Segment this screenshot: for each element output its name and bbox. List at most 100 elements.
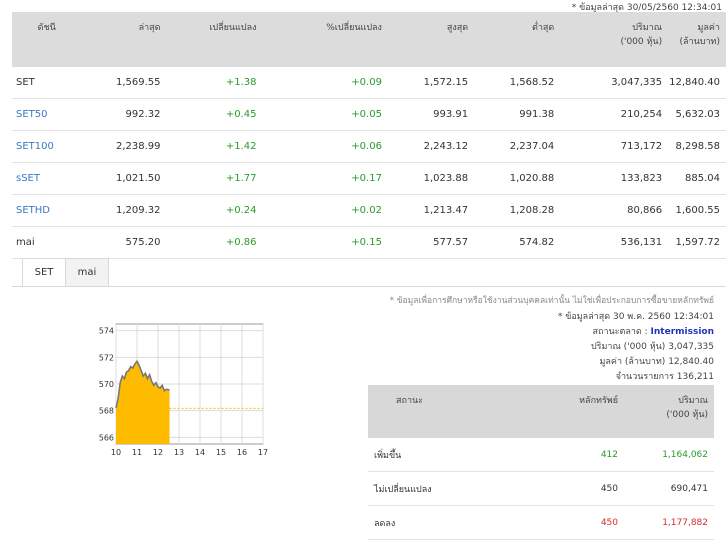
- row-low: 991.38: [474, 98, 561, 131]
- stats-volume: 1,177,882: [624, 505, 714, 540]
- row-low: 1,208.28: [474, 194, 561, 227]
- row-change: +1.77: [166, 162, 263, 195]
- row-change: +0.24: [166, 194, 263, 227]
- status-label: สถานะตลาด :: [592, 327, 648, 337]
- index-row: mai 575.20 +0.86 +0.15 577.57 574.82 536,131 1,…: [12, 226, 726, 259]
- chart-x-tick: 12: [153, 448, 163, 457]
- stats-status: ไม่เปลี่ยนแปลง: [368, 471, 517, 506]
- row-pct-change: +0.02: [262, 194, 388, 227]
- row-volume: 713,172: [560, 130, 669, 163]
- index-row: SET100 2,238.99 +1.42 +0.06 2,243.12 2,237.04…: [12, 130, 726, 163]
- index-row: sSET 1,021.50 +1.77 +0.17 1,023.88 1,020.88 13…: [12, 162, 726, 195]
- volume-label: ปริมาณ ('000 หุ้น): [590, 342, 666, 352]
- trades-label: จำนวนรายการ: [615, 372, 674, 382]
- tab-mai[interactable]: mai: [66, 258, 109, 287]
- col-volume: ปริมาณ ('000 หุ้น): [560, 12, 669, 67]
- col-change: เปลี่ยนแปลง: [166, 12, 263, 67]
- stats-count: 450: [517, 505, 624, 540]
- info-status: สถานะตลาด : Intermission: [593, 324, 714, 338]
- index-row: SET 1,569.55 +1.38 +0.09 1,572.15 1,568.52 3,0…: [12, 67, 726, 99]
- disclaimer-note: * ข้อมูลเพื่อการศึกษาหรือใช้งานส่วนบุคคล…: [389, 296, 714, 306]
- market-stats-table: สถานะ หลักทรัพย์ ปริมาณ ('000 หุ้น) เพิ่…: [368, 385, 714, 540]
- info-trades: จำนวนรายการ 136,211: [616, 369, 714, 383]
- info-volume: ปริมาณ ('000 หุ้น) 3,047,335: [591, 339, 714, 353]
- row-name: mai: [12, 226, 81, 259]
- index-row: SETHD 1,209.32 +0.24 +0.02 1,213.47 1,208.28 8…: [12, 194, 726, 227]
- chart-x-tick: 11: [132, 448, 142, 457]
- col-index: ดัชนี: [12, 12, 81, 67]
- row-high: 2,243.12: [387, 130, 475, 163]
- value-label: มูลค่า (ล้านบาท): [599, 357, 666, 367]
- tab-divider: [12, 286, 726, 287]
- row-pct-change: +0.17: [262, 162, 388, 195]
- row-high: 577.57: [387, 226, 475, 259]
- row-last: 992.32: [80, 98, 167, 131]
- row-change: +1.42: [166, 130, 263, 163]
- index-row: SET50 992.32 +0.45 +0.05 993.91 991.38 210,254…: [12, 98, 726, 131]
- stats-col-count: หลักทรัพย์: [517, 385, 624, 438]
- row-change: +0.45: [166, 98, 263, 131]
- value-value: 12,840.40: [668, 357, 714, 367]
- stats-status: ลดลง: [368, 505, 517, 540]
- row-high: 993.91: [387, 98, 475, 131]
- row-last: 2,238.99: [80, 130, 167, 163]
- col-pct-change: %เปลี่ยนแปลง: [262, 12, 388, 67]
- index-table-header: ดัชนี ล่าสุด เปลี่ยนแปลง %เปลี่ยนแปลง สู…: [12, 12, 726, 67]
- info-date: * ข้อมูลล่าสุด 30 พ.ค. 2560 12:34:01: [557, 312, 714, 322]
- row-pct-change: +0.06: [262, 130, 388, 163]
- chart-y-tick: 1568: [98, 407, 114, 416]
- row-last: 575.20: [80, 226, 167, 259]
- row-value: 1,597.72: [668, 226, 726, 259]
- row-last: 1,209.32: [80, 194, 167, 227]
- chart-x-tick: 13: [174, 448, 184, 457]
- chart-x-tick: 16: [237, 448, 247, 457]
- chart-y-tick: 1572: [98, 353, 114, 362]
- row-pct-change: +0.05: [262, 98, 388, 131]
- stats-col-volume: ปริมาณ ('000 หุ้น): [624, 385, 714, 438]
- row-name[interactable]: SET50: [12, 98, 81, 131]
- stats-header: สถานะ หลักทรัพย์ ปริมาณ ('000 หุ้น): [368, 385, 714, 438]
- info-value: มูลค่า (ล้านบาท) 12,840.40: [599, 354, 714, 368]
- row-volume: 536,131: [560, 226, 669, 259]
- row-name[interactable]: sSET: [12, 162, 81, 195]
- chart-y-tick: 1566: [98, 433, 114, 442]
- market-tabs: SET mai: [22, 258, 109, 287]
- stats-row: ไม่เปลี่ยนแปลง 450 690,471: [368, 471, 714, 506]
- row-value: 885.04: [668, 162, 726, 195]
- tab-set[interactable]: SET: [22, 258, 66, 287]
- col-last: ล่าสุด: [80, 12, 167, 67]
- col-low: ต่ำสุด: [474, 12, 561, 67]
- row-last: 1,569.55: [80, 67, 167, 99]
- row-change: +0.86: [166, 226, 263, 259]
- row-volume: 3,047,335: [560, 67, 669, 99]
- chart-x-tick: 15: [216, 448, 226, 457]
- row-value: 12,840.40: [668, 67, 726, 99]
- index-table: ดัชนี ล่าสุด เปลี่ยนแปลง %เปลี่ยนแปลง สู…: [12, 12, 726, 259]
- stats-count: 450: [517, 471, 624, 506]
- stats-status: เพิ่มขึ้น: [368, 438, 517, 472]
- row-low: 1,020.88: [474, 162, 561, 195]
- stats-count: 412: [517, 438, 624, 472]
- row-high: 1,023.88: [387, 162, 475, 195]
- stats-row: ลดลง 450 1,177,882: [368, 505, 714, 540]
- row-volume: 80,866: [560, 194, 669, 227]
- chart-x-tick: 14: [195, 448, 205, 457]
- row-pct-change: +0.09: [262, 67, 388, 99]
- trades-value: 136,211: [676, 372, 714, 382]
- row-value: 1,600.55: [668, 194, 726, 227]
- intraday-chart: 1574 1572 1570 1568 1566 10 11 12 13 14 15 16 17: [98, 323, 268, 457]
- row-value: 5,632.03: [668, 98, 726, 131]
- row-name[interactable]: SET100: [12, 130, 81, 163]
- row-low: 574.82: [474, 226, 561, 259]
- chart-x-tick: 10: [111, 448, 121, 457]
- row-last: 1,021.50: [80, 162, 167, 195]
- row-name[interactable]: SETHD: [12, 194, 81, 227]
- row-name: SET: [12, 67, 81, 99]
- chart-y-tick: 1570: [98, 380, 114, 389]
- row-volume: 210,254: [560, 98, 669, 131]
- row-high: 1,572.15: [387, 67, 475, 99]
- stats-volume: 1,164,062: [624, 438, 714, 472]
- chart-x-tick: 17: [258, 448, 268, 457]
- row-low: 1,568.52: [474, 67, 561, 99]
- row-pct-change: +0.15: [262, 226, 388, 259]
